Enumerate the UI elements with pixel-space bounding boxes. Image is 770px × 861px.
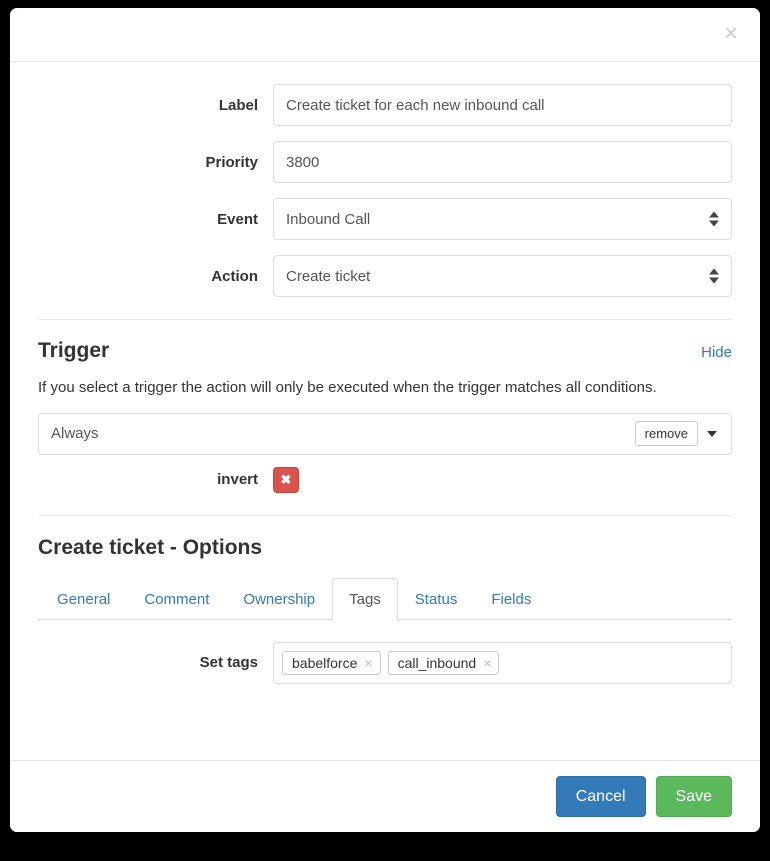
options-title: Create ticket - Options [38,535,263,559]
tag-chip[interactable]: babelforce × [282,650,381,675]
tab-ownership[interactable]: Ownership [226,578,332,620]
field-row-action: Action [38,255,732,297]
modal-body: Label Priority Event Action [10,84,760,781]
event-select[interactable] [273,198,732,240]
label-field-wrap [273,84,732,126]
options-tabs: General Comment Ownership Tags Status Fi… [38,577,732,620]
trigger-section-header: Trigger Hide [38,339,732,363]
action-field-wrap [273,255,732,297]
set-tags-label: Set tags [199,654,258,672]
settings-modal: × Label Priority Event [10,8,760,832]
tab-general[interactable]: General [40,578,127,620]
tag-chip-label: call_inbound [397,654,477,671]
trigger-condition-row[interactable]: Always remove [38,412,732,455]
set-tags-input[interactable]: babelforce × call_inbound × [273,641,732,684]
priority-field-wrap [273,141,732,183]
save-button[interactable]: Save [655,775,732,818]
trigger-title: Trigger [38,339,110,362]
modal-footer: Cancel Save [10,760,760,832]
tag-chip-label: babelforce [292,654,358,671]
trigger-condition-value: Always [51,425,99,443]
invert-toggle-button[interactable]: ✖ [273,466,299,493]
trigger-remove-button[interactable]: remove [634,421,698,447]
field-row-label: Label [38,84,732,126]
tab-comment[interactable]: Comment [127,578,226,620]
event-field-wrap [273,198,732,240]
invert-label: invert [217,471,258,489]
tab-tags[interactable]: Tags [332,577,398,620]
chevron-down-icon[interactable] [698,430,723,437]
field-row-priority: Priority [38,141,732,183]
action-select[interactable] [273,255,732,297]
tag-remove-icon[interactable]: × [483,656,491,670]
priority-field-label: Priority [205,153,258,171]
trigger-invert-row: invert ✖ [38,466,732,493]
tag-chip[interactable]: call_inbound × [387,650,500,675]
label-field-label: Label [218,96,258,114]
tab-status[interactable]: Status [398,578,475,620]
trigger-description: If you select a trigger the action will … [38,379,657,396]
label-input[interactable] [273,84,732,126]
cancel-button[interactable]: Cancel [555,775,646,818]
tab-fields[interactable]: Fields [474,578,548,620]
tag-remove-icon[interactable]: × [364,656,372,670]
priority-input[interactable] [273,141,732,183]
divider [38,319,732,320]
trigger-hide-link[interactable]: Hide [701,344,732,361]
modal-header: × [10,8,760,62]
action-field-label: Action [211,267,258,285]
divider [38,514,732,516]
event-field-label: Event [217,210,258,228]
set-tags-row: Set tags babelforce × call_inbound × [38,641,732,684]
close-icon[interactable]: × [720,20,742,48]
field-row-event: Event [38,198,732,240]
